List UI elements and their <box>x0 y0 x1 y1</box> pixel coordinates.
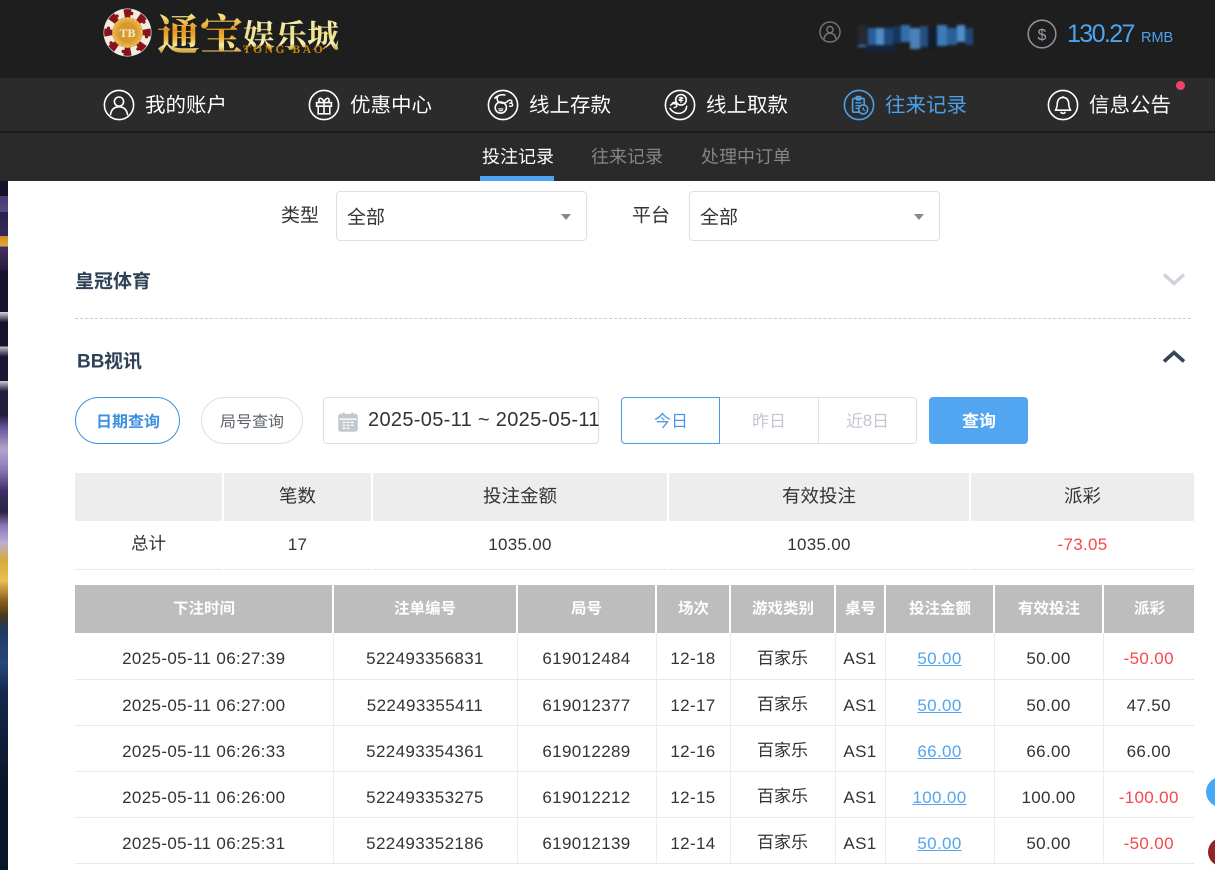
svg-text:$: $ <box>1038 27 1047 44</box>
svg-text:TB: TB <box>119 26 135 40</box>
